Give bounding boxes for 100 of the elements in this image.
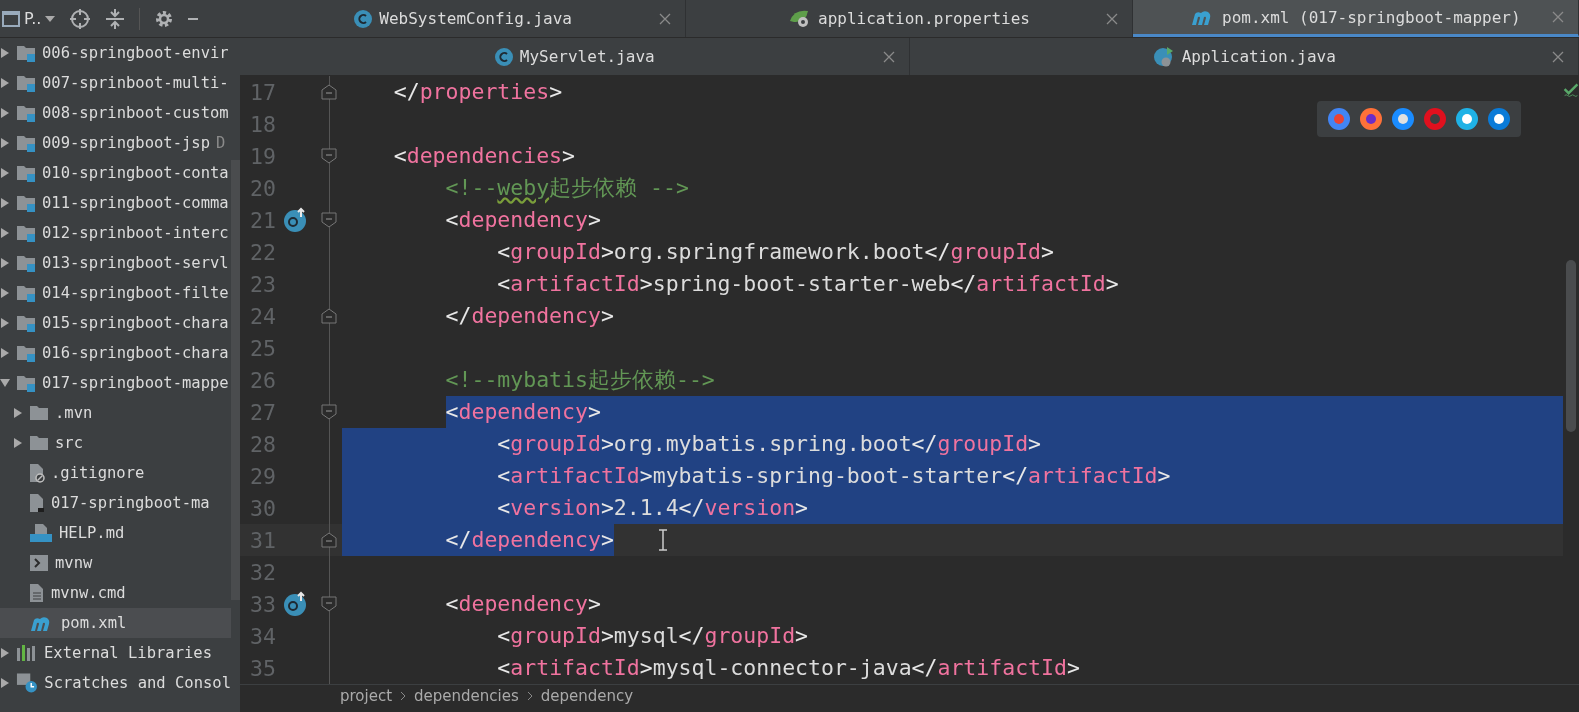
- close-icon[interactable]: [1552, 50, 1564, 63]
- tree-item[interactable]: Scratches and Consol: [0, 668, 231, 698]
- scrollbar[interactable]: [1566, 260, 1576, 432]
- text-cursor-icon: [657, 529, 668, 551]
- breadcrumb-item[interactable]: dependency: [540, 687, 634, 705]
- folder-icon: [16, 104, 36, 122]
- folder-icon: [29, 405, 49, 421]
- folder-icon: [16, 254, 36, 272]
- fold-icon[interactable]: [321, 84, 337, 100]
- fold-icon[interactable]: [321, 212, 337, 228]
- line-number: 30: [249, 495, 276, 521]
- tree-item[interactable]: .gitignore: [0, 458, 231, 488]
- editor-tab[interactable]: Application.java: [909, 38, 1579, 75]
- editor-tab[interactable]: application.properties: [686, 0, 1133, 37]
- tree-item[interactable]: src: [0, 428, 231, 458]
- tree-item[interactable]: 014-springboot-filte: [0, 278, 231, 308]
- terminal-file-icon: [29, 554, 49, 572]
- line-number: 20: [249, 175, 276, 201]
- folder-icon: [16, 314, 36, 332]
- editor-tab[interactable]: pom.xml (017-springboot-mapper): [1132, 0, 1579, 37]
- collapsed-arrow-icon[interactable]: [1, 318, 9, 328]
- code-line: <artifactId>mysql-connector-java</artifactId>: [497, 654, 1080, 682]
- tree-item[interactable]: 013-springboot-servl: [0, 248, 231, 278]
- breadcrumb-item[interactable]: project: [340, 687, 393, 705]
- breadcrumb-item[interactable]: dependencies: [414, 687, 519, 705]
- tree-item[interactable]: 015-springboot-chara: [0, 308, 231, 338]
- collapsed-arrow-icon[interactable]: [0, 678, 9, 688]
- check-icon[interactable]: [1563, 82, 1579, 98]
- close-icon[interactable]: [882, 50, 895, 63]
- collapsed-arrow-icon[interactable]: [1, 138, 9, 148]
- collapsed-arrow-icon[interactable]: [1, 228, 9, 238]
- folder-icon: [16, 194, 36, 212]
- line-number: 19: [249, 143, 276, 169]
- tree-item[interactable]: HELP.md: [0, 518, 231, 548]
- minimize-icon[interactable]: [188, 16, 199, 21]
- folder-icon: [16, 44, 36, 62]
- folder-icon: [29, 435, 49, 451]
- collapsed-arrow-icon[interactable]: [1, 198, 9, 208]
- collapsed-arrow-icon[interactable]: [14, 438, 22, 448]
- settings-icon[interactable]: [154, 8, 175, 29]
- tree-item[interactable]: 009-springboot-jsp D: [0, 128, 231, 158]
- browser-icon[interactable]: [1455, 107, 1479, 131]
- collapsed-arrow-icon[interactable]: [1, 108, 9, 118]
- class-icon: [493, 46, 514, 67]
- tree-item[interactable]: External Libraries: [0, 638, 231, 668]
- collapsed-arrow-icon[interactable]: [1, 168, 9, 178]
- tree-item[interactable]: 016-springboot-chara: [0, 338, 231, 368]
- fold-icon[interactable]: [321, 596, 337, 612]
- code-line: <dependency>: [445, 590, 601, 618]
- tree-item[interactable]: 012-sprinboot-interc: [0, 218, 231, 248]
- code-line: <!--mybatis起步依赖-->: [445, 366, 715, 394]
- browser-icon[interactable]: [1391, 107, 1415, 131]
- close-icon[interactable]: [659, 12, 672, 25]
- code-line: <dependencies>: [393, 142, 576, 170]
- line-number: 27: [249, 399, 276, 425]
- fold-icon[interactable]: [321, 532, 337, 548]
- folder-icon: [16, 284, 36, 302]
- collapsed-arrow-icon[interactable]: [1, 648, 9, 658]
- expanded-arrow-icon[interactable]: [0, 379, 10, 387]
- line-number: 21: [249, 207, 276, 233]
- tree-item[interactable]: 008-sprinboot-custom: [0, 98, 231, 128]
- tree-item[interactable]: .mvn: [0, 398, 231, 428]
- folder-icon: [16, 164, 36, 182]
- collapsed-arrow-icon[interactable]: [14, 408, 22, 418]
- editor-tab[interactable]: WebSystemConfig.java: [240, 0, 687, 37]
- fold-icon[interactable]: [321, 404, 337, 420]
- tree-item[interactable]: mvnw.cmd: [0, 578, 231, 608]
- line-number: 32: [249, 559, 276, 585]
- tree-item[interactable]: 010-springboot-conta: [0, 158, 231, 188]
- window-icon: [2, 10, 20, 27]
- tree-item[interactable]: pom.xml: [0, 608, 231, 638]
- fold-icon[interactable]: [321, 308, 337, 324]
- line-number: 34: [249, 623, 276, 649]
- fold-icon[interactable]: [321, 148, 337, 164]
- tree-item[interactable]: 017-springboot-mappe: [0, 368, 231, 398]
- collapsed-arrow-icon[interactable]: [1, 288, 9, 298]
- tree-item[interactable]: 006-springboot-envir: [0, 38, 231, 68]
- collapsed-arrow-icon[interactable]: [1, 258, 9, 268]
- browser-icon[interactable]: [1487, 107, 1511, 131]
- locate-icon[interactable]: [69, 7, 92, 30]
- line-number: 18: [249, 111, 276, 137]
- navigate-icon[interactable]: [283, 591, 309, 617]
- tree-item[interactable]: 017-springboot-ma: [0, 488, 231, 518]
- view-dropdown[interactable]: P..: [2, 9, 56, 28]
- code-line: <!--weby起步依赖 -->: [445, 174, 689, 202]
- scrollbar[interactable]: [231, 160, 240, 600]
- tree-item[interactable]: mvnw: [0, 548, 231, 578]
- code-line: <groupId>org.springframework.boot</groupId>: [497, 238, 1054, 266]
- collapse-icon[interactable]: [105, 7, 126, 30]
- tree-item[interactable]: 011-springboot-comma: [0, 188, 231, 218]
- collapsed-arrow-icon[interactable]: [1, 48, 9, 58]
- collapsed-arrow-icon[interactable]: [1, 78, 9, 88]
- tree-item[interactable]: 007-sprinboot-multi-: [0, 68, 231, 98]
- navigate-icon[interactable]: [283, 207, 309, 233]
- editor-tab[interactable]: MyServlet.java: [240, 38, 910, 75]
- close-icon[interactable]: [1105, 12, 1118, 25]
- line-number: 26: [249, 367, 276, 393]
- code-line: </properties>: [393, 78, 563, 106]
- collapsed-arrow-icon[interactable]: [1, 348, 9, 358]
- folder-icon: [16, 134, 36, 152]
